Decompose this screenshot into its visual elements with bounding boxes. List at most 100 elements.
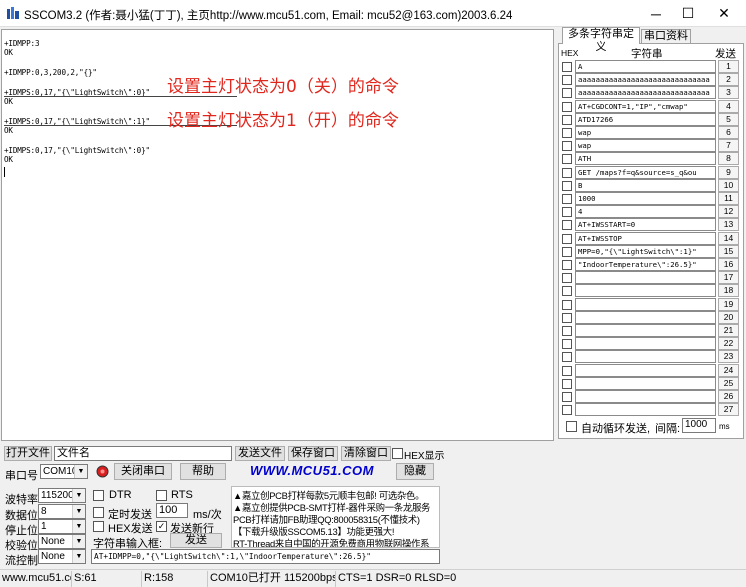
send-row-button[interactable]: 9 — [718, 165, 739, 179]
send-row-button[interactable]: 7 — [718, 139, 739, 153]
send-row-button[interactable]: 6 — [718, 126, 739, 139]
string-field[interactable] — [575, 403, 716, 417]
send-row-button[interactable]: 3 — [718, 86, 739, 100]
timed-interval-input[interactable]: 100 — [156, 503, 188, 518]
stopbits-select[interactable]: 1 ▼ — [38, 519, 86, 534]
send-input[interactable]: AT+IDMPP=0,"{\"LightSwitch\":1,\"IndoorT… — [91, 549, 440, 564]
hex-checkbox[interactable] — [562, 154, 572, 165]
hex-checkbox[interactable] — [562, 286, 572, 297]
clear-window-button[interactable]: 清除窗口 — [341, 446, 391, 461]
send-row-button[interactable]: 5 — [718, 112, 739, 126]
ad-panel[interactable]: ▲嘉立创PCB打样每款5元顺丰包邮! 可选杂色。 ▲嘉立创提供PCB-SMT打样… — [231, 486, 440, 548]
hex-checkbox[interactable] — [562, 299, 572, 310]
minimize-button[interactable]: ─ — [638, 0, 674, 27]
send-row-button[interactable]: 18 — [718, 284, 739, 298]
hex-checkbox[interactable] — [562, 352, 572, 363]
hex-checkbox[interactable] — [562, 392, 572, 402]
send-row-button[interactable]: 14 — [718, 231, 739, 245]
send-row-button[interactable]: 24 — [718, 363, 739, 377]
hex-checkbox[interactable] — [562, 75, 572, 86]
close-button[interactable]: ✕ — [706, 0, 742, 27]
hex-send-checkbox[interactable] — [93, 521, 104, 532]
send-row-button[interactable]: 20 — [718, 310, 739, 324]
open-file-button[interactable]: 打开文件 — [4, 446, 52, 461]
string-field[interactable] — [575, 271, 716, 285]
timed-send-checkbox[interactable] — [93, 507, 104, 518]
send-newline-checkbox[interactable]: ✓ — [156, 521, 167, 532]
tab-multi-string[interactable]: 多条字符串定义 — [562, 27, 640, 53]
hex-checkbox[interactable] — [562, 378, 572, 389]
string-field[interactable]: wap — [575, 139, 716, 153]
string-field[interactable]: aaaaaaaaaaaaaaaaaaaaaaaaaaaaaa — [575, 73, 716, 87]
save-window-button[interactable]: 保存窗口 — [288, 446, 338, 461]
send-row-button[interactable]: 22 — [718, 337, 739, 351]
help-button[interactable]: 帮助 — [180, 463, 226, 480]
send-row-button[interactable]: 19 — [718, 297, 739, 311]
port-select[interactable]: COM10 ▼ — [40, 464, 88, 479]
string-field[interactable] — [575, 324, 716, 337]
parity-select[interactable]: None ▼ — [38, 534, 86, 549]
send-row-button[interactable]: 27 — [718, 403, 739, 417]
string-field[interactable]: 4 — [575, 205, 716, 219]
auto-loop-checkbox[interactable] — [566, 421, 577, 432]
string-field[interactable]: ATH — [575, 152, 716, 166]
baud-select[interactable]: 115200 ▼ — [38, 488, 86, 503]
hex-checkbox[interactable] — [562, 220, 572, 231]
hex-checkbox[interactable] — [562, 180, 572, 191]
string-field[interactable]: AT+CGDCONT=1,"IP","cmwap" — [575, 99, 716, 113]
hex-checkbox[interactable] — [562, 207, 572, 218]
send-row-button[interactable]: 17 — [718, 271, 739, 285]
string-field[interactable]: A — [575, 60, 716, 73]
string-field[interactable] — [575, 350, 716, 364]
hex-checkbox[interactable] — [562, 101, 572, 112]
send-row-button[interactable]: 2 — [718, 73, 739, 87]
file-name-input[interactable]: 文件名 — [54, 446, 232, 461]
send-row-button[interactable]: 13 — [718, 218, 739, 232]
hex-checkbox[interactable] — [562, 326, 572, 336]
string-field[interactable]: MPP=0,"{\"LightSwitch\":1}" — [575, 244, 716, 258]
hex-checkbox[interactable] — [562, 246, 572, 257]
hex-checkbox[interactable] — [562, 339, 572, 350]
receive-output-area[interactable]: +IDMPP:3 OK +IDMPP:0,3,200,2,"{}" +IDMPS… — [1, 29, 554, 441]
string-field[interactable]: ATD17266 — [575, 112, 716, 126]
string-field[interactable] — [575, 310, 716, 324]
hex-checkbox[interactable] — [562, 273, 572, 284]
hex-checkbox[interactable] — [562, 233, 572, 244]
send-row-button[interactable]: 25 — [718, 376, 739, 390]
send-row-button[interactable]: 26 — [718, 390, 739, 403]
send-row-button[interactable]: 12 — [718, 205, 739, 219]
hex-checkbox[interactable] — [562, 194, 572, 204]
maximize-button[interactable]: ☐ — [670, 0, 706, 27]
string-field[interactable] — [575, 284, 716, 298]
string-field[interactable] — [575, 363, 716, 377]
send-button[interactable]: 发送 — [170, 533, 222, 548]
close-port-button[interactable]: 关闭串口 — [114, 463, 172, 480]
string-field[interactable]: "IndoorTemperature\":26.5}" — [575, 258, 716, 271]
string-field[interactable] — [575, 297, 716, 311]
send-row-button[interactable]: 23 — [718, 350, 739, 364]
flow-select[interactable]: None ▼ — [38, 549, 86, 564]
hex-checkbox[interactable] — [562, 128, 572, 138]
hex-checkbox[interactable] — [562, 88, 572, 99]
string-field[interactable]: wap — [575, 126, 716, 139]
string-field[interactable]: AT+IWSSTART=0 — [575, 218, 716, 232]
hex-checkbox[interactable] — [562, 62, 572, 72]
send-row-button[interactable]: 1 — [718, 60, 739, 73]
hex-display-checkbox[interactable] — [392, 448, 403, 459]
hex-checkbox[interactable] — [562, 167, 572, 178]
databits-select[interactable]: 8 ▼ — [38, 504, 86, 519]
string-field[interactable] — [575, 390, 716, 403]
hex-checkbox[interactable] — [562, 312, 572, 323]
string-field[interactable]: B — [575, 178, 716, 192]
hex-checkbox[interactable] — [562, 114, 572, 125]
hex-checkbox[interactable] — [562, 405, 572, 416]
send-row-button[interactable]: 21 — [718, 324, 739, 337]
string-field[interactable]: 1000 — [575, 192, 716, 205]
send-row-button[interactable]: 15 — [718, 244, 739, 258]
string-field[interactable]: AT+IWSSTOP — [575, 231, 716, 245]
rts-checkbox[interactable] — [156, 490, 167, 501]
hide-button[interactable]: 隐藏 — [396, 463, 434, 480]
string-field[interactable] — [575, 376, 716, 390]
send-row-button[interactable]: 16 — [718, 258, 739, 271]
site-link[interactable]: WWW.MCU51.COM — [250, 463, 374, 478]
